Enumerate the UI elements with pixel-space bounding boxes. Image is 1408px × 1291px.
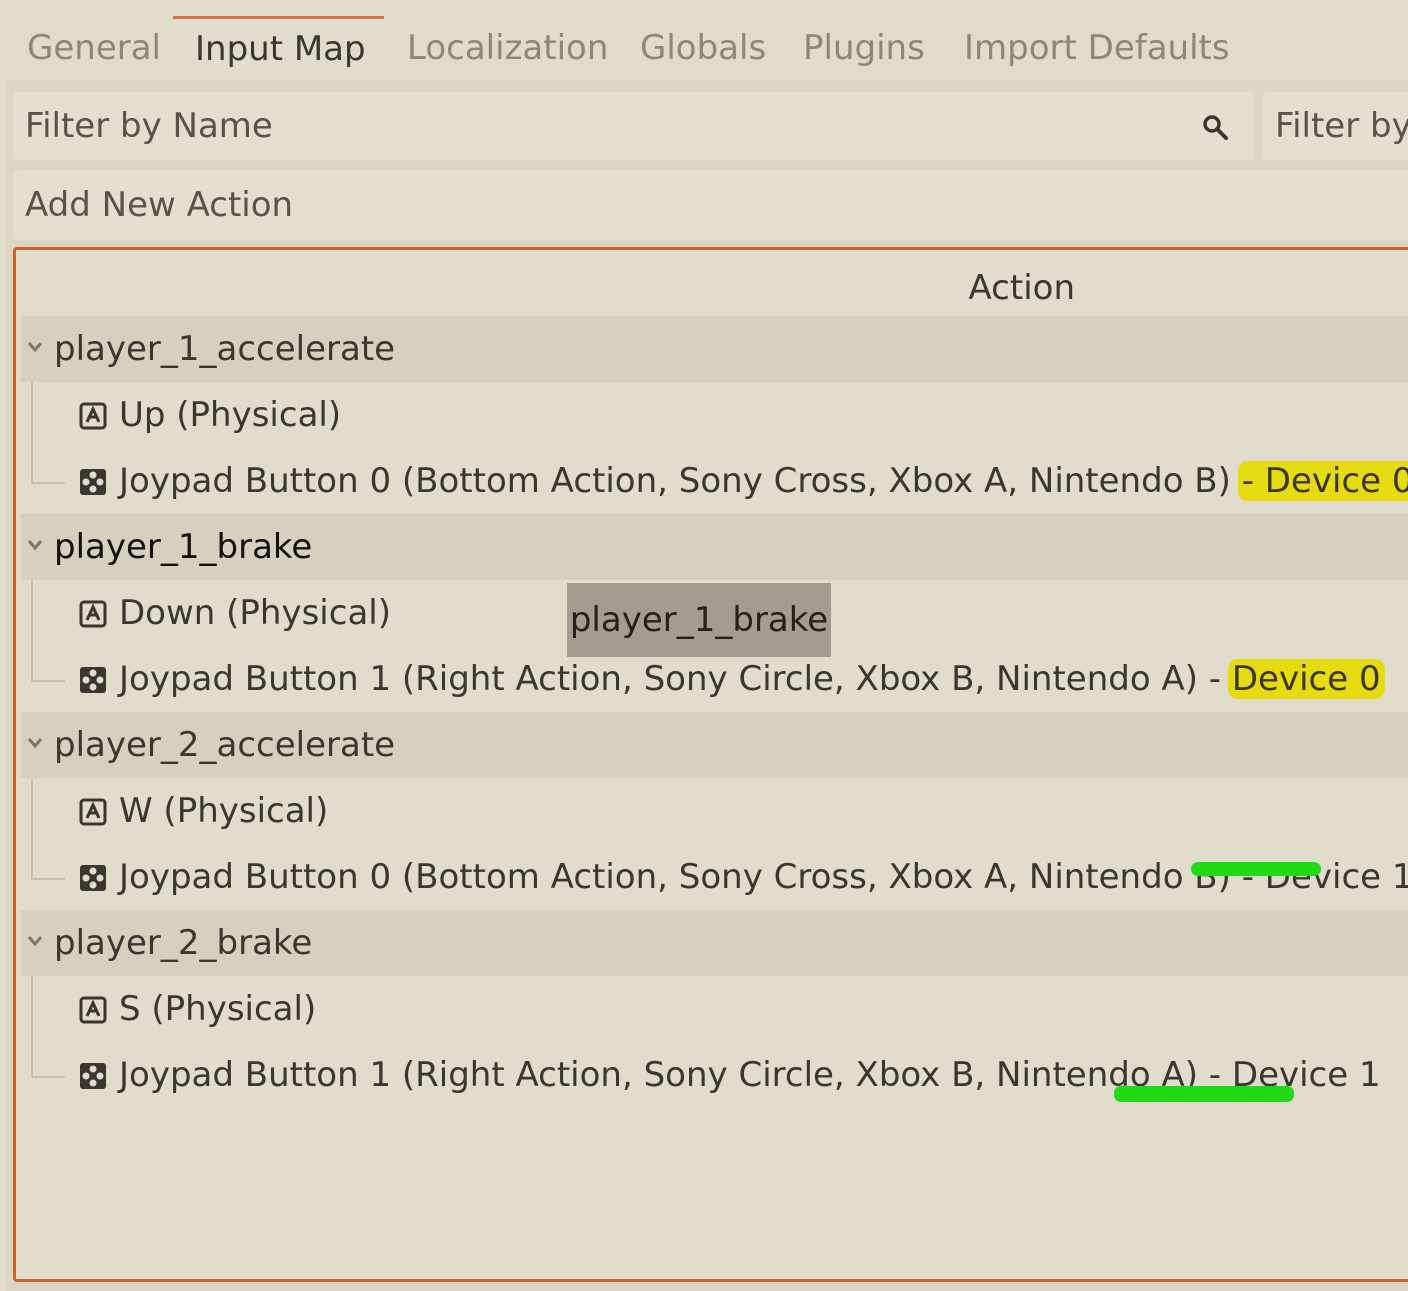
event-text: Joypad Button 0 (Bottom Action, Sony Cro… <box>119 857 1265 897</box>
event-label: Joypad Button 0 (Bottom Action, Sony Cro… <box>119 448 1408 514</box>
action-row-player-2-accelerate[interactable]: player_2_accelerate <box>21 712 1408 778</box>
add-new-action-placeholder: Add New Action <box>25 185 294 225</box>
event-label: Joypad Button 0 (Bottom Action, Sony Cro… <box>119 844 1408 910</box>
chevron-down-icon[interactable] <box>27 341 43 353</box>
keyboard-icon <box>79 798 107 826</box>
event-label: W (Physical) <box>119 791 329 831</box>
event-label: S (Physical) <box>119 989 317 1029</box>
action-name: player_1_brake <box>54 527 313 567</box>
tooltip: player_1_brake <box>567 583 831 657</box>
action-name: player_2_brake <box>54 923 313 963</box>
joypad-icon <box>80 667 106 693</box>
event-text: Joypad Button 0 (Bottom Action, Sony Cro… <box>119 461 1242 501</box>
event-row[interactable]: Joypad Button 1 (Right Action, Sony Circ… <box>21 1042 1408 1108</box>
chevron-down-icon[interactable] <box>27 737 43 749</box>
action-name: player_2_accelerate <box>54 725 396 765</box>
action-row-player-1-accelerate[interactable]: player_1_accelerate <box>21 316 1408 382</box>
event-label: Up (Physical) <box>119 395 342 435</box>
joypad-icon <box>80 1063 106 1089</box>
action-row-player-1-brake[interactable]: player_1_brake <box>21 514 1408 580</box>
action-row-player-2-brake[interactable]: player_2_brake <box>21 910 1408 976</box>
event-label: Down (Physical) <box>119 593 391 633</box>
action-name: player_1_accelerate <box>54 329 396 369</box>
filter-by-event-placeholder: Filter by <box>1275 106 1408 146</box>
joypad-icon <box>80 865 106 891</box>
filter-by-event-input[interactable]: Filter by <box>1263 92 1408 160</box>
device-highlight: Device 0 <box>1227 659 1385 699</box>
tab-globals[interactable]: Globals <box>618 16 788 80</box>
keyboard-icon <box>79 996 107 1024</box>
event-text: Joypad Button 1 (Right Action, Sony Circ… <box>119 1055 1198 1095</box>
event-text: Joypad Button 1 (Right Action, Sony Circ… <box>119 659 1232 699</box>
filter-by-name-placeholder: Filter by Name <box>25 106 273 146</box>
tab-general[interactable]: General <box>5 16 183 80</box>
chevron-down-icon[interactable] <box>27 935 43 947</box>
tab-import-defaults[interactable]: Import Defaults <box>942 16 1252 80</box>
green-underline-mark <box>1114 1086 1294 1102</box>
action-tree[interactable]: Action player_1_accelerate Up (Physical)… <box>13 247 1408 1282</box>
add-new-action-input[interactable]: Add New Action <box>13 170 1408 240</box>
event-row[interactable]: S (Physical) <box>21 976 1408 1042</box>
keyboard-icon <box>79 402 107 430</box>
tab-bar: General Input Map Localization Globals P… <box>0 0 1408 80</box>
tab-plugins[interactable]: Plugins <box>781 16 947 80</box>
column-header-action: Action <box>968 268 1075 308</box>
filter-by-name-input[interactable]: Filter by Name <box>13 92 1254 160</box>
search-icon <box>1203 115 1228 140</box>
device-highlight: - Device 0 <box>1237 461 1408 501</box>
tab-input-map[interactable]: Input Map <box>173 16 384 80</box>
tab-localization[interactable]: Localization <box>385 16 630 80</box>
event-row[interactable]: W (Physical) <box>21 778 1408 844</box>
chevron-down-icon[interactable] <box>27 539 43 551</box>
joypad-icon <box>80 469 106 495</box>
event-row[interactable]: Joypad Button 0 (Bottom Action, Sony Cro… <box>21 448 1408 514</box>
keyboard-icon <box>79 600 107 628</box>
event-row[interactable]: Joypad Button 0 (Bottom Action, Sony Cro… <box>21 844 1408 910</box>
event-row[interactable]: Up (Physical) <box>21 382 1408 448</box>
green-highlight-mark <box>1191 862 1321 876</box>
